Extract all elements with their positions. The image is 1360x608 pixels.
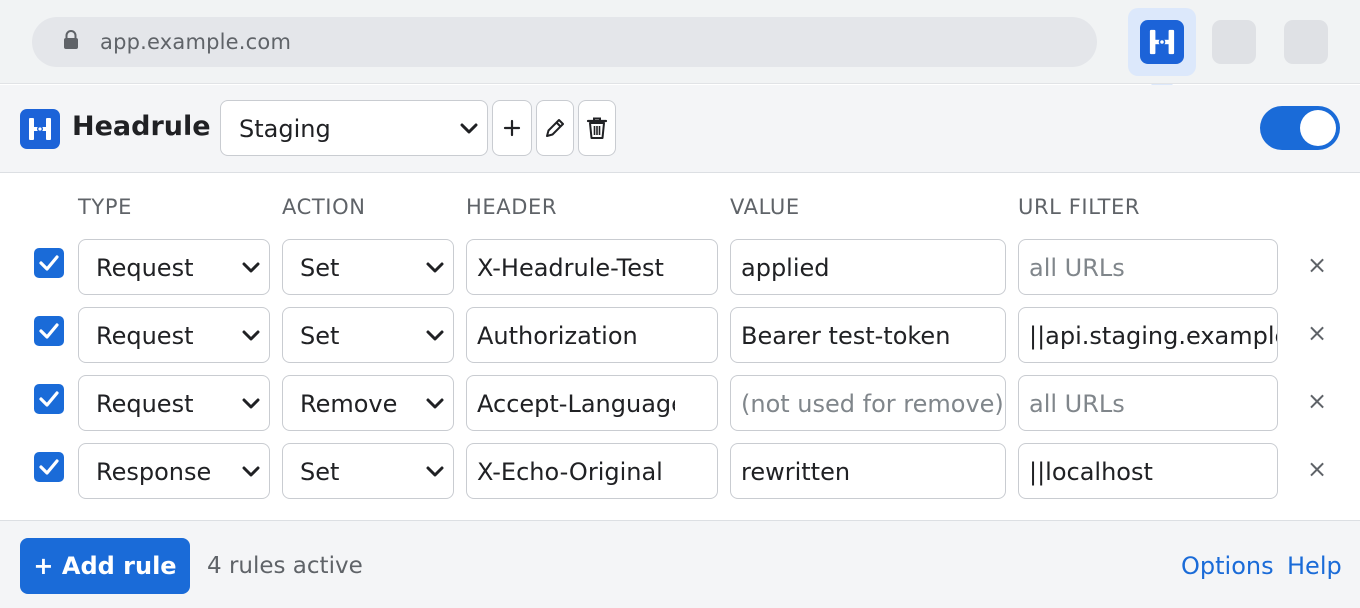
chevron-down-icon xyxy=(242,330,260,341)
rule-url-filter-placeholder: all URLs xyxy=(1029,390,1125,418)
rule-type-select[interactable]: Request xyxy=(78,239,270,295)
rule-action-select[interactable]: Set xyxy=(282,307,454,363)
headrule-logo-icon[interactable] xyxy=(1140,20,1184,64)
enable-toggle[interactable] xyxy=(1260,106,1340,150)
rule-type-select[interactable]: Response xyxy=(78,443,270,499)
rule-enabled-checkbox[interactable] xyxy=(34,452,64,482)
rule-action-value: Remove xyxy=(300,390,398,418)
toggle-knob xyxy=(1300,110,1336,146)
chevron-down-icon xyxy=(426,466,444,477)
column-header-action: ACTION xyxy=(282,195,366,219)
headrule-logo-icon xyxy=(20,109,60,149)
rule-header-input[interactable]: X-Headrule-Test xyxy=(466,239,718,295)
rule-action-select[interactable]: Set xyxy=(282,239,454,295)
column-header-value: VALUE xyxy=(730,195,800,219)
rule-header-value: Accept-Language xyxy=(477,390,675,418)
rule-action-select[interactable]: Remove xyxy=(282,375,454,431)
rule-value-text: rewritten xyxy=(741,458,851,486)
rule-type-select[interactable]: Request xyxy=(78,307,270,363)
rule-value-input[interactable]: applied xyxy=(730,239,1006,295)
trash-icon xyxy=(586,117,608,139)
rule-type-value: Request xyxy=(96,322,194,350)
rule-action-value: Set xyxy=(300,322,340,350)
options-link[interactable]: Options xyxy=(1181,552,1274,580)
help-link[interactable]: Help xyxy=(1287,552,1342,580)
chevron-down-icon xyxy=(242,398,260,409)
rule-action-select[interactable]: Set xyxy=(282,443,454,499)
checkmark-icon xyxy=(39,323,59,339)
chevron-down-icon xyxy=(426,330,444,341)
url-text: app.example.com xyxy=(100,30,292,54)
app-title: Headrule xyxy=(72,111,211,142)
chevron-down-icon xyxy=(242,262,260,273)
rule-row: Request Remove Accept-Language (not used… xyxy=(0,375,1360,433)
rule-action-value: Set xyxy=(300,254,340,282)
browser-toolbar: app.example.com xyxy=(0,0,1360,84)
chevron-down-icon xyxy=(242,466,260,477)
remove-rule-button[interactable]: × xyxy=(1306,253,1328,277)
column-header-type: TYPE xyxy=(78,195,132,219)
remove-rule-button[interactable]: × xyxy=(1306,457,1328,481)
rule-header-value: X-Echo-Original xyxy=(477,458,663,486)
pencil-icon xyxy=(546,119,564,137)
rule-enabled-checkbox[interactable] xyxy=(34,248,64,278)
profile-select-value: Staging xyxy=(239,115,331,143)
rule-header-input[interactable]: Accept-Language xyxy=(466,375,718,431)
rule-url-filter-text: ||localhost xyxy=(1029,458,1153,486)
extension-slot-2[interactable] xyxy=(1212,20,1256,64)
rule-url-filter-input[interactable]: ||localhost xyxy=(1018,443,1278,499)
extension-slot-3[interactable] xyxy=(1284,20,1328,64)
checkmark-icon xyxy=(39,391,59,407)
rule-value-text: Bearer test-token xyxy=(741,322,951,350)
rule-row: Request Set X-Headrule-Test applied all … xyxy=(0,239,1360,297)
rule-url-filter-input[interactable]: all URLs xyxy=(1018,239,1278,295)
rule-header-value: X-Headrule-Test xyxy=(477,254,664,282)
rule-url-filter-input[interactable]: all URLs xyxy=(1018,375,1278,431)
rule-header-input[interactable]: X-Echo-Original xyxy=(466,443,718,499)
rule-header-input[interactable]: Authorization xyxy=(466,307,718,363)
rule-enabled-checkbox[interactable] xyxy=(34,384,64,414)
rules-status: 4 rules active xyxy=(207,553,363,579)
add-profile-button[interactable] xyxy=(492,100,532,156)
rule-value-text: applied xyxy=(741,254,830,282)
chevron-down-icon xyxy=(426,398,444,409)
rule-type-value: Request xyxy=(96,390,194,418)
add-rule-button[interactable]: + Add rule xyxy=(20,538,190,594)
remove-rule-button[interactable]: × xyxy=(1306,389,1328,413)
popup-footer xyxy=(0,520,1360,608)
rule-url-filter-text: ||api.staging.example xyxy=(1029,322,1278,350)
rule-row: Response Set X-Echo-Original rewritten |… xyxy=(0,443,1360,501)
rule-type-value: Request xyxy=(96,254,194,282)
rule-value-placeholder: (not used for remove) xyxy=(741,390,1004,418)
rule-value-input[interactable]: Bearer test-token xyxy=(730,307,1006,363)
remove-rule-button[interactable]: × xyxy=(1306,321,1328,345)
rule-value-input[interactable]: (not used for remove) xyxy=(730,375,1006,431)
rule-url-filter-input[interactable]: ||api.staging.example xyxy=(1018,307,1278,363)
column-header-url-filter: URL FILTER xyxy=(1018,195,1141,219)
profile-select[interactable]: Staging xyxy=(220,100,488,156)
chevron-down-icon xyxy=(460,123,478,134)
plus-icon xyxy=(503,119,521,137)
checkmark-icon xyxy=(39,459,59,475)
rule-row: Request Set Authorization Bearer test-to… xyxy=(0,307,1360,365)
chevron-down-icon xyxy=(426,262,444,273)
checkmark-icon xyxy=(39,255,59,271)
rule-header-value: Authorization xyxy=(477,322,638,350)
lock-icon xyxy=(64,30,78,49)
delete-profile-button[interactable] xyxy=(578,100,616,156)
rule-url-filter-placeholder: all URLs xyxy=(1029,254,1125,282)
column-header-header: HEADER xyxy=(466,195,558,219)
rule-type-value: Response xyxy=(96,458,212,486)
rule-type-select[interactable]: Request xyxy=(78,375,270,431)
edit-profile-button[interactable] xyxy=(536,100,574,156)
rule-enabled-checkbox[interactable] xyxy=(34,316,64,346)
rule-value-input[interactable]: rewritten xyxy=(730,443,1006,499)
rule-action-value: Set xyxy=(300,458,340,486)
